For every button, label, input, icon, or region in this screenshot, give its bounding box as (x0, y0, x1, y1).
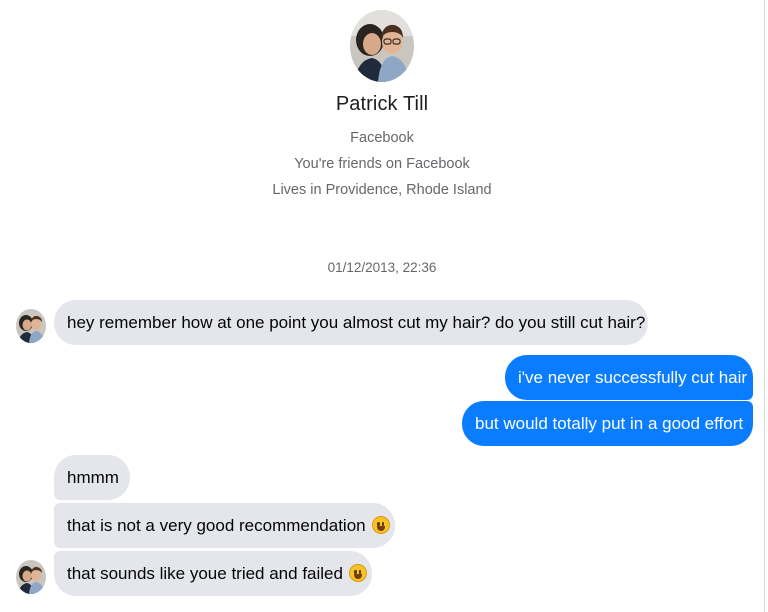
profile-avatar[interactable] (350, 10, 414, 82)
message-bubble-outgoing[interactable]: but would totally put in a good effort (462, 401, 753, 446)
profile-location: Lives in Providence, Rhode Island (272, 182, 492, 198)
message-bubble-incoming[interactable]: hey remember how at one point you almost… (54, 300, 648, 345)
profile-name[interactable]: Patrick Till (0, 93, 764, 116)
profile-platform: Facebook (350, 130, 414, 146)
message-text: i've never successfully cut hair (518, 368, 748, 387)
message-bubble-incoming[interactable]: hmmm (54, 455, 130, 500)
message-text: that is not a very good recommendation (67, 516, 366, 535)
profile-header: Patrick Till Facebook You're friends on … (0, 10, 764, 199)
panel-divider (764, 0, 765, 612)
message-text: hey remember how at one point you almost… (67, 313, 646, 332)
grinning-face-icon (348, 564, 367, 582)
message-text: hmmm (67, 468, 119, 487)
profile-friendship-status: You're friends on Facebook (294, 156, 470, 172)
sender-avatar[interactable] (16, 560, 46, 594)
message-text: that sounds like youe tried and failed (67, 564, 343, 583)
grinning-face-icon (371, 516, 390, 534)
message-bubble-incoming[interactable]: that sounds like youe tried and failed (54, 551, 372, 596)
sender-avatar[interactable] (16, 309, 46, 343)
message-text: but would totally put in a good effort (475, 414, 744, 433)
message-bubble-incoming[interactable]: that is not a very good recommendation (54, 503, 395, 548)
message-bubble-outgoing[interactable]: i've never successfully cut hair (505, 355, 753, 400)
conversation-timestamp: 01/12/2013, 22:36 (327, 260, 437, 275)
